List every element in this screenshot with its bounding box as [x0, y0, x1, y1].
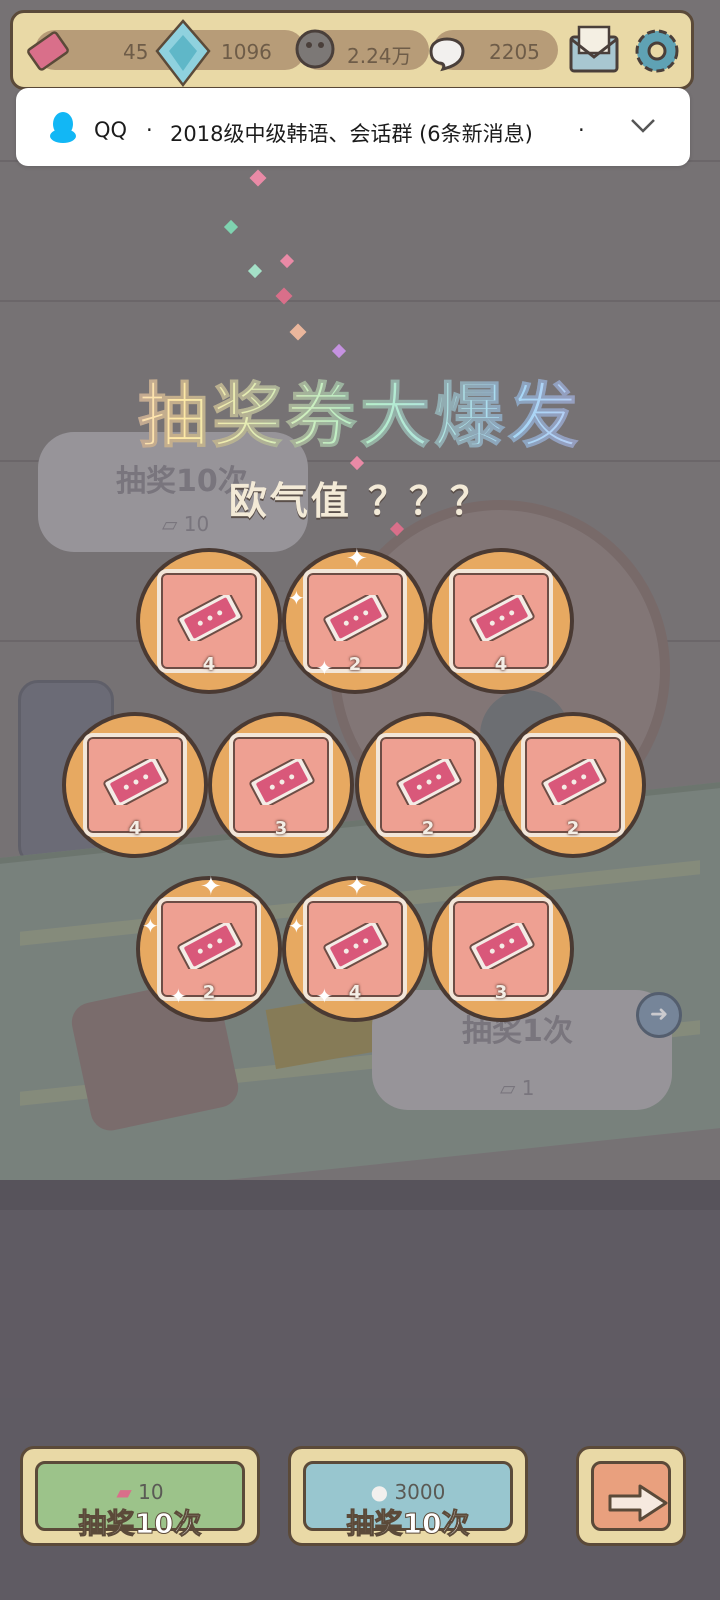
ticket-icon: ▰	[116, 1480, 132, 1504]
soul-icon: ●	[370, 1480, 389, 1504]
soul-draw-cost: 3000	[394, 1480, 446, 1504]
reward-slot: 2	[355, 712, 501, 858]
reward-slot: 3	[428, 876, 574, 1022]
soul-icon	[429, 37, 465, 72]
reward-slot: 3	[208, 712, 354, 858]
next-arrow-button[interactable]	[576, 1446, 686, 1546]
notification-message: 2018级中级韩语、会话群 (6条新消息)	[170, 122, 533, 146]
reward-slot: 2 ✦ ✦ ✦	[282, 544, 428, 694]
chevron-down-icon[interactable]	[628, 116, 658, 136]
reward-count: 3	[494, 982, 508, 1003]
ticket-icon	[323, 595, 389, 641]
reward-count: 2	[566, 818, 580, 839]
ticket-draw-cost: 10	[138, 1480, 164, 1504]
reward-slot: 4	[136, 548, 282, 694]
reward-card: 2	[521, 733, 625, 839]
gems-count: 1096	[221, 40, 272, 64]
qq-penguin-icon	[50, 112, 76, 143]
sparkle-icon: ✦	[142, 914, 159, 938]
reward-card: 2	[376, 733, 480, 839]
reward-count: 4	[202, 654, 216, 675]
notification-separator: ·	[146, 118, 153, 142]
sparkle-icon: ✦	[316, 984, 333, 1008]
soul-draw-ten-button[interactable]: ● 3000 抽奖10次	[288, 1446, 528, 1546]
ticket-icon	[249, 759, 315, 805]
reward-slot: 4	[62, 712, 208, 858]
top-resource-bar: 45 1096 2.24万 2205	[10, 10, 694, 90]
reward-slot: 4 ✦ ✦ ✦	[282, 872, 428, 1022]
coin-icon	[295, 29, 335, 69]
sparkle-icon: ✦	[288, 586, 305, 610]
reward-count: 4	[494, 654, 508, 675]
event-title: 抽奖券大爆发	[0, 360, 720, 461]
button-face: ▰ 10 抽奖10次	[35, 1461, 245, 1541]
mail-icon[interactable]	[565, 23, 623, 79]
button-cost: ● 3000	[306, 1480, 510, 1504]
ticket-icon	[27, 31, 69, 71]
ticket-draw-label: 抽奖10次	[78, 1507, 202, 1541]
soul-draw-label: 抽奖10次	[346, 1507, 470, 1541]
ticket-icon	[469, 595, 535, 641]
button-face: ● 3000 抽奖10次	[303, 1461, 513, 1541]
reward-count: 3	[274, 818, 288, 839]
sparkle-icon: ✦	[200, 872, 222, 902]
ticket-icon	[323, 923, 389, 969]
sparkle-icon: ✦	[316, 656, 333, 680]
ticket-draw-ten-button[interactable]: ▰ 10 抽奖10次	[20, 1446, 260, 1546]
coins-count: 2.24万	[347, 44, 412, 68]
ticket-icon	[541, 759, 607, 805]
ticket-icon	[103, 759, 169, 805]
reward-card: 3	[449, 897, 553, 1003]
tickets-count: 45	[123, 40, 149, 64]
sparkle-icon: ✦	[346, 544, 368, 574]
ticket-icon	[177, 595, 243, 641]
reward-card: 3	[229, 733, 333, 839]
reward-count: 2	[421, 818, 435, 839]
ticket-icon	[469, 923, 535, 969]
sparkle-icon: ✦	[170, 984, 187, 1008]
button-face	[591, 1461, 671, 1531]
button-cost: ▰ 10	[38, 1480, 242, 1504]
sparkle-icon: ✦	[346, 872, 368, 902]
reward-count: 4	[128, 818, 142, 839]
ticket-icon	[396, 759, 462, 805]
notification-app-name: QQ	[94, 118, 128, 142]
reward-card: 4	[157, 569, 261, 675]
gear-icon[interactable]	[629, 23, 685, 79]
reward-slot: 2 ✦ ✦ ✦	[136, 872, 282, 1022]
gem-icon	[155, 19, 211, 88]
notification-trailing-dot: ·	[578, 118, 585, 142]
sparkle-icon: ✦	[288, 914, 305, 938]
reward-card: 4	[83, 733, 187, 839]
souls-count: 2205	[489, 40, 540, 64]
reward-card: 4	[449, 569, 553, 675]
arrow-right-icon	[608, 1484, 668, 1522]
luck-value-label: 欧气值 ？？？	[228, 479, 492, 523]
ticket-icon	[177, 923, 243, 969]
reward-slot: 4	[428, 548, 574, 694]
reward-slot: 2	[500, 712, 646, 858]
